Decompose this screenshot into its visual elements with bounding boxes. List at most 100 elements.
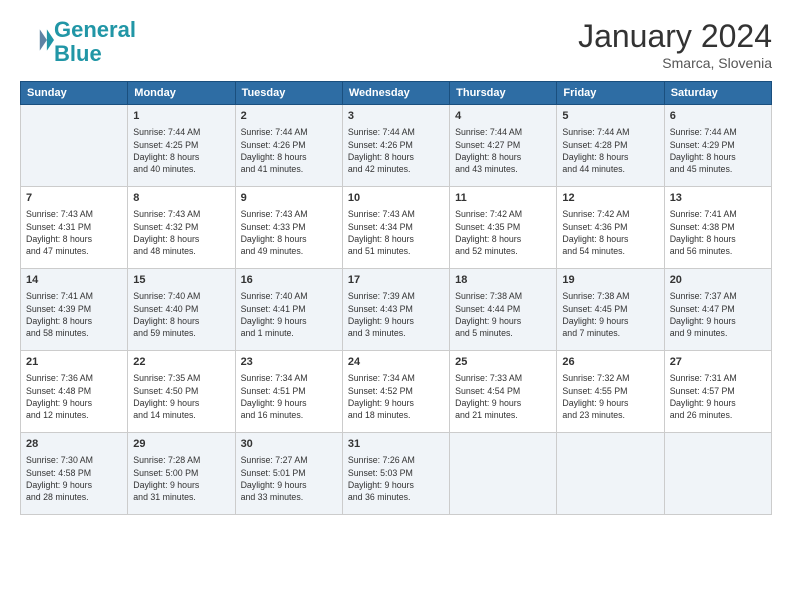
- calendar-cell: 24Sunrise: 7:34 AM Sunset: 4:52 PM Dayli…: [342, 351, 449, 433]
- calendar-cell: 5 Sunrise: 7:44 AM Sunset: 4:28 PM Daylig…: [557, 105, 664, 187]
- day-info: Sunrise: 7:44 AM Sunset: 4:26 PM Dayligh…: [241, 126, 337, 175]
- calendar-cell: 9 Sunrise: 7:43 AM Sunset: 4:33 PM Daylig…: [235, 187, 342, 269]
- day-number: 22: [133, 355, 229, 370]
- calendar-cell: 4 Sunrise: 7:44 AM Sunset: 4:27 PM Daylig…: [450, 105, 557, 187]
- day-info: Sunrise: 7:41 AM Sunset: 4:39 PM Dayligh…: [26, 290, 122, 339]
- calendar-cell: 13 Sunrise: 7:41 AM Sunset: 4:38 PM Dayli…: [664, 187, 771, 269]
- day-info: Sunrise: 7:40 AM Sunset: 4:41 PM Dayligh…: [241, 290, 337, 339]
- calendar-cell: 16 Sunrise: 7:40 AM Sunset: 4:41 PM Dayli…: [235, 269, 342, 351]
- day-number: 30: [241, 437, 337, 452]
- calendar-cell: 7Sunrise: 7:43 AM Sunset: 4:31 PM Daylig…: [21, 187, 128, 269]
- day-info: Sunrise: 7:44 AM Sunset: 4:26 PM Dayligh…: [348, 126, 444, 175]
- calendar-cell: 31Sunrise: 7:26 AM Sunset: 5:03 PM Dayli…: [342, 433, 449, 515]
- day-number: 8: [133, 191, 229, 206]
- header: General Blue January 2024 Smarca, Sloven…: [20, 18, 772, 71]
- day-number: 19: [562, 273, 658, 288]
- week-row-2: 7Sunrise: 7:43 AM Sunset: 4:31 PM Daylig…: [21, 187, 772, 269]
- week-row-3: 14Sunrise: 7:41 AM Sunset: 4:39 PM Dayli…: [21, 269, 772, 351]
- day-info: Sunrise: 7:34 AM Sunset: 4:52 PM Dayligh…: [348, 372, 444, 421]
- calendar-cell: [664, 433, 771, 515]
- day-number: 23: [241, 355, 337, 370]
- month-title: January 2024: [578, 18, 772, 55]
- day-number: 27: [670, 355, 766, 370]
- day-number: 11: [455, 191, 551, 206]
- day-number: 25: [455, 355, 551, 370]
- day-info: Sunrise: 7:44 AM Sunset: 4:28 PM Dayligh…: [562, 126, 658, 175]
- day-number: 21: [26, 355, 122, 370]
- day-number: 6: [670, 109, 766, 124]
- calendar-cell: 11 Sunrise: 7:42 AM Sunset: 4:35 PM Dayli…: [450, 187, 557, 269]
- calendar-cell: 15 Sunrise: 7:40 AM Sunset: 4:40 PM Dayli…: [128, 269, 235, 351]
- day-number: 12: [562, 191, 658, 206]
- calendar-cell: 22 Sunrise: 7:35 AM Sunset: 4:50 PM Dayli…: [128, 351, 235, 433]
- day-number: 4: [455, 109, 551, 124]
- day-number: 5: [562, 109, 658, 124]
- day-info: Sunrise: 7:26 AM Sunset: 5:03 PM Dayligh…: [348, 454, 444, 503]
- day-info: Sunrise: 7:33 AM Sunset: 4:54 PM Dayligh…: [455, 372, 551, 421]
- day-info: Sunrise: 7:40 AM Sunset: 4:40 PM Dayligh…: [133, 290, 229, 339]
- logo-line2: Blue: [54, 41, 102, 66]
- day-info: Sunrise: 7:43 AM Sunset: 4:33 PM Dayligh…: [241, 208, 337, 257]
- day-number: 13: [670, 191, 766, 206]
- day-number: 26: [562, 355, 658, 370]
- day-info: Sunrise: 7:43 AM Sunset: 4:34 PM Dayligh…: [348, 208, 444, 257]
- page: General Blue January 2024 Smarca, Sloven…: [0, 0, 792, 612]
- calendar-cell: [450, 433, 557, 515]
- calendar-cell: 10 Sunrise: 7:43 AM Sunset: 4:34 PM Dayli…: [342, 187, 449, 269]
- day-info: Sunrise: 7:42 AM Sunset: 4:35 PM Dayligh…: [455, 208, 551, 257]
- col-header-friday: Friday: [557, 82, 664, 105]
- day-number: 3: [348, 109, 444, 124]
- day-number: 29: [133, 437, 229, 452]
- calendar-cell: 19Sunrise: 7:38 AM Sunset: 4:45 PM Dayli…: [557, 269, 664, 351]
- calendar-cell: 17 Sunrise: 7:39 AM Sunset: 4:43 PM Dayli…: [342, 269, 449, 351]
- calendar-cell: 21 Sunrise: 7:36 AM Sunset: 4:48 PM Dayli…: [21, 351, 128, 433]
- col-header-sunday: Sunday: [21, 82, 128, 105]
- day-info: Sunrise: 7:36 AM Sunset: 4:48 PM Dayligh…: [26, 372, 122, 421]
- day-number: 20: [670, 273, 766, 288]
- day-info: Sunrise: 7:44 AM Sunset: 4:29 PM Dayligh…: [670, 126, 766, 175]
- location: Smarca, Slovenia: [578, 55, 772, 71]
- day-info: Sunrise: 7:34 AM Sunset: 4:51 PM Dayligh…: [241, 372, 337, 421]
- day-number: 1: [133, 109, 229, 124]
- calendar-cell: 14Sunrise: 7:41 AM Sunset: 4:39 PM Dayli…: [21, 269, 128, 351]
- day-info: Sunrise: 7:27 AM Sunset: 5:01 PM Dayligh…: [241, 454, 337, 503]
- day-number: 10: [348, 191, 444, 206]
- week-row-4: 21 Sunrise: 7:36 AM Sunset: 4:48 PM Dayli…: [21, 351, 772, 433]
- day-number: 9: [241, 191, 337, 206]
- day-info: Sunrise: 7:41 AM Sunset: 4:38 PM Dayligh…: [670, 208, 766, 257]
- calendar-cell: 1 Sunrise: 7:44 AM Sunset: 4:25 PM Daylig…: [128, 105, 235, 187]
- header-row: SundayMondayTuesdayWednesdayThursdayFrid…: [21, 82, 772, 105]
- day-info: Sunrise: 7:35 AM Sunset: 4:50 PM Dayligh…: [133, 372, 229, 421]
- day-info: Sunrise: 7:30 AM Sunset: 4:58 PM Dayligh…: [26, 454, 122, 503]
- calendar-cell: [557, 433, 664, 515]
- day-info: Sunrise: 7:31 AM Sunset: 4:57 PM Dayligh…: [670, 372, 766, 421]
- day-info: Sunrise: 7:44 AM Sunset: 4:27 PM Dayligh…: [455, 126, 551, 175]
- day-number: 16: [241, 273, 337, 288]
- calendar-cell: 6 Sunrise: 7:44 AM Sunset: 4:29 PM Daylig…: [664, 105, 771, 187]
- logo: General Blue: [20, 18, 136, 66]
- col-header-tuesday: Tuesday: [235, 82, 342, 105]
- day-number: 18: [455, 273, 551, 288]
- logo-line1: General: [54, 17, 136, 42]
- calendar-cell: 18Sunrise: 7:38 AM Sunset: 4:44 PM Dayli…: [450, 269, 557, 351]
- col-header-monday: Monday: [128, 82, 235, 105]
- day-number: 2: [241, 109, 337, 124]
- calendar-cell: 28 Sunrise: 7:30 AM Sunset: 4:58 PM Dayli…: [21, 433, 128, 515]
- calendar-cell: 29Sunrise: 7:28 AM Sunset: 5:00 PM Dayli…: [128, 433, 235, 515]
- day-info: Sunrise: 7:39 AM Sunset: 4:43 PM Dayligh…: [348, 290, 444, 339]
- day-number: 15: [133, 273, 229, 288]
- logo-text: General Blue: [54, 18, 136, 66]
- calendar-cell: 12 Sunrise: 7:42 AM Sunset: 4:36 PM Dayli…: [557, 187, 664, 269]
- day-number: 17: [348, 273, 444, 288]
- calendar-cell: 20Sunrise: 7:37 AM Sunset: 4:47 PM Dayli…: [664, 269, 771, 351]
- day-info: Sunrise: 7:44 AM Sunset: 4:25 PM Dayligh…: [133, 126, 229, 175]
- calendar-cell: 30 Sunrise: 7:27 AM Sunset: 5:01 PM Dayli…: [235, 433, 342, 515]
- title-section: January 2024 Smarca, Slovenia: [578, 18, 772, 71]
- week-row-5: 28 Sunrise: 7:30 AM Sunset: 4:58 PM Dayli…: [21, 433, 772, 515]
- week-row-1: 1 Sunrise: 7:44 AM Sunset: 4:25 PM Daylig…: [21, 105, 772, 187]
- day-number: 28: [26, 437, 122, 452]
- calendar-table: SundayMondayTuesdayWednesdayThursdayFrid…: [20, 81, 772, 515]
- calendar-cell: 26Sunrise: 7:32 AM Sunset: 4:55 PM Dayli…: [557, 351, 664, 433]
- day-info: Sunrise: 7:42 AM Sunset: 4:36 PM Dayligh…: [562, 208, 658, 257]
- calendar-cell: 8Sunrise: 7:43 AM Sunset: 4:32 PM Daylig…: [128, 187, 235, 269]
